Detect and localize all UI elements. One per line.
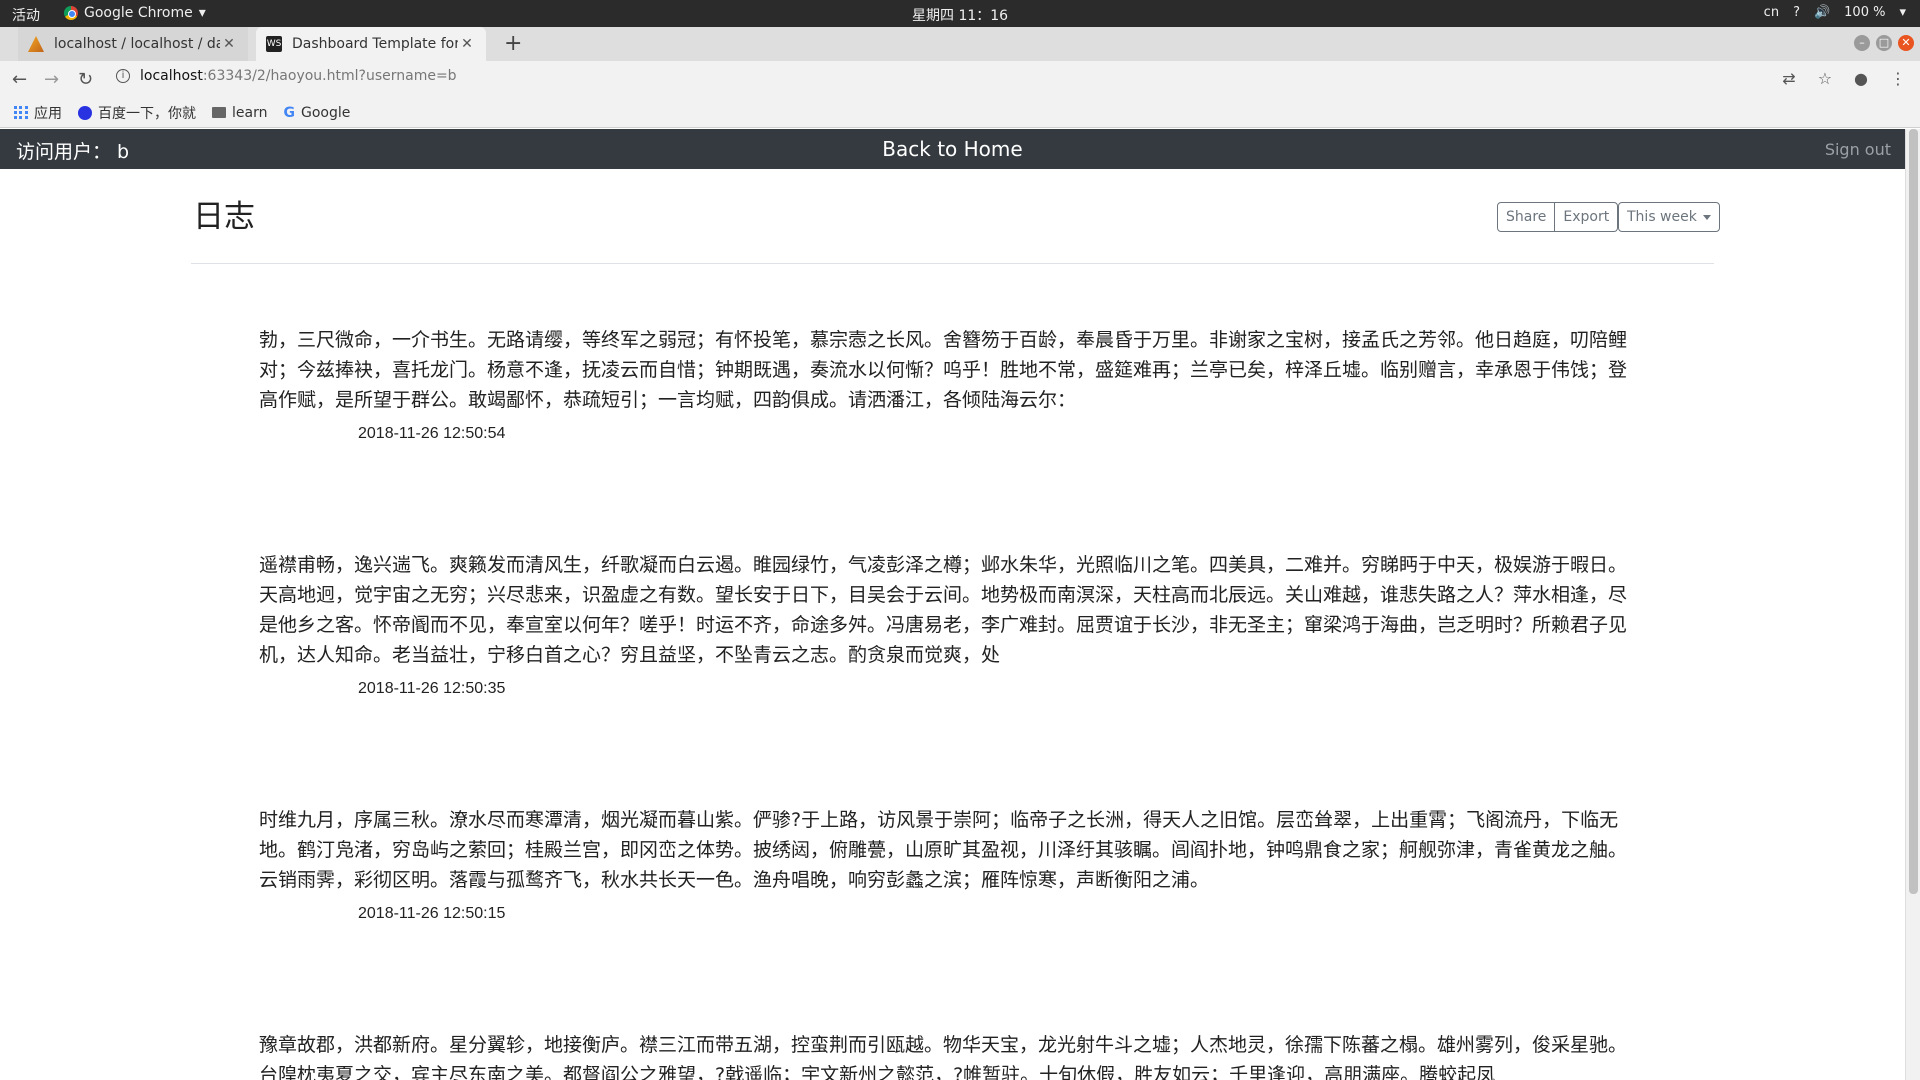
phpmyadmin-icon — [28, 36, 44, 52]
apps-grid-icon — [14, 105, 28, 120]
new-tab-button[interactable]: + — [504, 31, 522, 56]
bookmark-label: learn — [232, 104, 268, 121]
this-week-dropdown[interactable]: This week — [1618, 202, 1720, 232]
entry-text: 遥襟甫畅，逸兴遄飞。爽籁发而清风生，纤歌凝而白云遏。睢园绿竹，气凌彭泽之樽；邺水… — [259, 554, 1628, 666]
browser-tab-active[interactable]: WS Dashboard Template for B ✕ — [256, 27, 486, 61]
log-entry: 时维九月，序属三秋。潦水尽而寒潭清，烟光凝而暮山紫。俨骖?于上路，访风景于崇阿；… — [259, 805, 1639, 923]
help-icon[interactable]: ? — [1793, 5, 1800, 20]
browser-tab[interactable]: localhost / localhost / dat ✕ — [18, 27, 248, 61]
tab-strip: localhost / localhost / dat ✕ WS Dashboa… — [0, 27, 1920, 61]
entry-text: 时维九月，序属三秋。潦水尽而寒潭清，烟光凝而暮山紫。俨骖?于上路，访风景于崇阿；… — [259, 809, 1628, 891]
entry-text: 勃，三尺微命，一介书生。无路请缨，等终军之弱冠；有怀投笔，慕宗悫之长风。舍簪笏于… — [259, 329, 1628, 411]
close-tab-icon[interactable]: ✕ — [458, 36, 476, 52]
close-tab-icon[interactable]: ✕ — [220, 36, 238, 52]
log-entry: 勃，三尺微命，一介书生。无路请缨，等终军之弱冠；有怀投笔，慕宗悫之长风。舍簪笏于… — [259, 325, 1639, 443]
input-method-indicator[interactable]: cn — [1764, 5, 1779, 20]
sign-out-link[interactable]: Sign out — [1825, 140, 1891, 159]
log-entry: 遥襟甫畅，逸兴遄飞。爽籁发而清风生，纤歌凝而白云遏。睢园绿竹，气凌彭泽之樽；邺水… — [259, 550, 1639, 698]
tab-title: Dashboard Template for B — [292, 36, 458, 52]
page-scrollbar[interactable] — [1905, 129, 1920, 1080]
tab-title: localhost / localhost / dat — [54, 36, 220, 52]
window-controls: – □ ✕ — [1854, 35, 1914, 51]
log-entry: 豫章故郡，洪都新府。星分翼轸，地接衡庐。襟三江而带五湖，控蛮荆而引瓯越。物华天宝… — [259, 1030, 1639, 1080]
google-icon: G — [283, 104, 295, 121]
chrome-icon — [64, 6, 78, 20]
back-to-home-link[interactable]: Back to Home — [882, 137, 1022, 161]
address-bar[interactable]: i localhost:63343/2/haoyou.html?username… — [116, 68, 457, 84]
app-menu[interactable]: Google Chrome ▾ — [64, 5, 206, 21]
bookmark-label: Google — [300, 104, 351, 121]
system-tray[interactable]: cn ? 🔊 100 % ▾ — [1764, 5, 1906, 20]
forward-arrow-icon[interactable]: → — [44, 69, 59, 90]
reload-icon[interactable]: ↻ — [78, 69, 93, 90]
bookmark-label: 百度一下，你就 — [98, 105, 196, 122]
page-title: 日志 — [193, 199, 255, 235]
translate-icon[interactable]: ⇄ — [1782, 69, 1795, 88]
maximize-icon[interactable]: □ — [1876, 35, 1892, 51]
app-menu-label: Google Chrome — [84, 5, 193, 21]
minimize-icon[interactable]: – — [1854, 35, 1870, 51]
close-window-icon[interactable]: ✕ — [1898, 35, 1914, 51]
url-path: :63343/2/haoyou.html?username=b — [202, 68, 457, 84]
this-week-label: This week — [1627, 209, 1697, 225]
volume-icon[interactable]: 🔊 — [1814, 5, 1830, 20]
entry-text: 豫章故郡，洪都新府。星分翼轸，地接衡庐。襟三江而带五湖，控蛮荆而引瓯越。物华天宝… — [259, 1034, 1628, 1080]
bookmark-label: 应用 — [34, 105, 62, 122]
bookmark-google[interactable]: G Google — [283, 105, 350, 121]
battery-level[interactable]: 100 % — [1844, 5, 1885, 20]
export-button[interactable]: Export — [1555, 202, 1619, 232]
chevron-down-icon: ▾ — [198, 5, 206, 21]
entry-date: 2018-11-26 12:50:54 — [358, 425, 506, 442]
profile-icon[interactable]: ● — [1854, 69, 1868, 88]
os-top-bar: 活动 Google Chrome ▾ 星期四 11：16 cn ? 🔊 100 … — [0, 0, 1920, 27]
share-export-group: Share Export — [1497, 202, 1619, 232]
site-navbar: 访问用户： b Back to Home Sign out — [0, 129, 1905, 169]
visitor-label: 访问用户： b — [16, 141, 130, 163]
webstorm-icon: WS — [266, 36, 282, 52]
menu-icon[interactable]: ⋮ — [1890, 69, 1906, 88]
entry-date: 2018-11-26 12:50:15 — [358, 905, 506, 922]
entry-date: 2018-11-26 12:50:35 — [358, 680, 506, 697]
activities-button[interactable]: 活动 — [12, 5, 40, 25]
url-host: localhost — [140, 68, 203, 84]
system-menu-icon[interactable]: ▾ — [1899, 5, 1906, 20]
bookmarks-bar: 应用 百度一下，你就 learn G Google — [0, 98, 1920, 128]
caret-down-icon — [1702, 214, 1711, 220]
bookmark-apps[interactable]: 应用 — [14, 103, 62, 123]
page-content: 访问用户： b Back to Home Sign out 日志 Share E… — [0, 129, 1905, 1080]
info-icon[interactable]: i — [116, 69, 130, 83]
bookmark-baidu[interactable]: 百度一下，你就 — [78, 103, 196, 123]
scrollbar-thumb[interactable] — [1909, 129, 1918, 894]
baidu-icon — [78, 105, 92, 120]
divider — [191, 263, 1714, 264]
browser-toolbar: ← → ↻ i localhost:63343/2/haoyou.html?us… — [0, 61, 1920, 98]
back-arrow-icon[interactable]: ← — [12, 69, 27, 90]
clock[interactable]: 星期四 11：16 — [912, 5, 1008, 25]
folder-icon — [212, 107, 226, 118]
bookmark-learn[interactable]: learn — [212, 105, 267, 121]
share-button[interactable]: Share — [1497, 202, 1556, 232]
star-icon[interactable]: ☆ — [1818, 69, 1832, 88]
